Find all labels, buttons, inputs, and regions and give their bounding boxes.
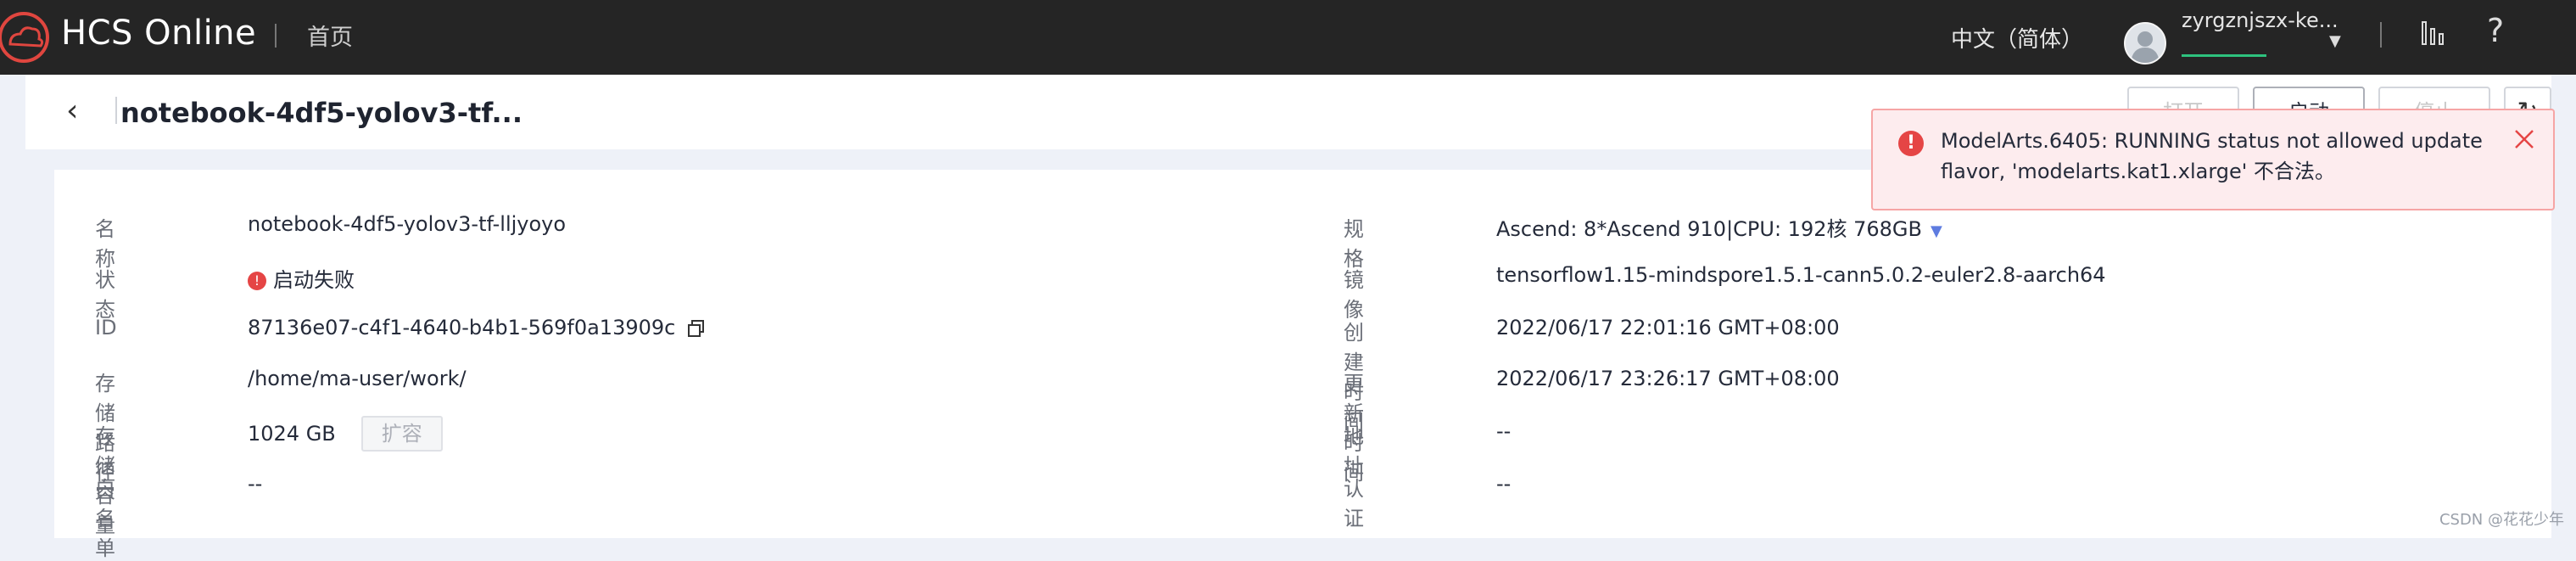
username[interactable]: zyrgznjszx-ke... — [2182, 8, 2339, 32]
chevron-down-icon[interactable]: ▼ — [2329, 32, 2341, 50]
notebook-name-value: notebook-4df5-yolov3-tf-lljyoyo — [248, 212, 567, 236]
detail-label: 地址 — [1344, 424, 1364, 478]
page-title: notebook-4df5-yolov3-tf... — [120, 97, 522, 129]
id-text: 87136e07-c4f1-4640-b4b1-569f0a13909c — [248, 316, 676, 339]
top-navigation-bar: HCS Online 首页 中文（简体） zyrgznjszx-ke... ▼ … — [0, 0, 2576, 75]
storage-path-value: /home/ma-user/work/ — [248, 367, 467, 390]
updated-time-value: 2022/06/17 23:26:17 GMT+08:00 — [1496, 367, 1840, 390]
divider — [2380, 22, 2382, 48]
cloud-logo-icon[interactable] — [0, 7, 53, 66]
expand-capacity-button[interactable]: 扩容 — [360, 416, 443, 452]
details-card: 名称 notebook-4df5-yolov3-tf-lljyoyo 状态 ! 启… — [54, 170, 2551, 560]
error-toast: ! ModelArts.6405: RUNNING status not all… — [1871, 109, 2555, 210]
back-arrow-icon[interactable]: ‹ — [66, 93, 78, 128]
user-avatar[interactable] — [2124, 22, 2166, 65]
status-value: ! 启动失败 — [248, 263, 355, 293]
close-icon[interactable] — [2507, 122, 2541, 156]
detail-label: 镜像 — [1344, 268, 1364, 322]
auth-value: -- — [1496, 472, 1512, 496]
flavor-text: Ascend: 8*Ascend 910|CPU: 192核 768GB — [1496, 217, 1922, 241]
toast-message-line: flavor, 'modelarts.kat1.xlarge' 不合法。 — [1941, 160, 2336, 183]
detail-label: 白名单 — [95, 477, 115, 560]
detail-label: 认证 — [1344, 477, 1364, 530]
help-icon[interactable]: ? — [2487, 12, 2504, 49]
watermark: CSDN @花花少年 — [2439, 511, 2564, 529]
id-value: 87136e07-c4f1-4640-b4b1-569f0a13909c — [248, 316, 706, 339]
image-value: tensorflow1.15-mindspore1.5.1-cann5.0.2-… — [1496, 263, 2106, 287]
address-value: -- — [1496, 419, 1512, 443]
copy-icon[interactable] — [687, 319, 706, 338]
brand-name[interactable]: HCS Online — [61, 14, 256, 53]
home-link[interactable]: 首页 — [307, 19, 353, 52]
whitelist-value: -- — [248, 472, 263, 496]
created-time-value: 2022/06/17 22:01:16 GMT+08:00 — [1496, 316, 1840, 339]
error-icon: ! — [1898, 131, 1924, 156]
language-selector[interactable]: 中文（简体） — [1951, 22, 2083, 53]
detail-label: ID — [95, 316, 117, 339]
toast-message-line: ModelArts.6405: RUNNING status not allow… — [1941, 129, 2483, 153]
bar-chart-icon[interactable] — [2419, 19, 2448, 48]
chevron-down-icon[interactable]: ▼ — [1931, 222, 1942, 240]
storage-capacity-value: 1024 GB 扩容 — [248, 416, 443, 452]
detail-label: 状态 — [95, 268, 115, 322]
capacity-text: 1024 GB — [248, 422, 336, 446]
avatar-person-icon — [2131, 31, 2160, 63]
toast-message: ModelArts.6405: RUNNING status not allow… — [1941, 126, 2484, 187]
error-icon: ! — [248, 272, 266, 290]
status-text: 启动失败 — [273, 268, 355, 292]
divider — [275, 24, 277, 48]
flavor-selector[interactable]: Ascend: 8*Ascend 910|CPU: 192核 768GB ▼ — [1496, 212, 1942, 242]
divider — [115, 97, 117, 124]
user-status-bar — [2182, 54, 2266, 57]
